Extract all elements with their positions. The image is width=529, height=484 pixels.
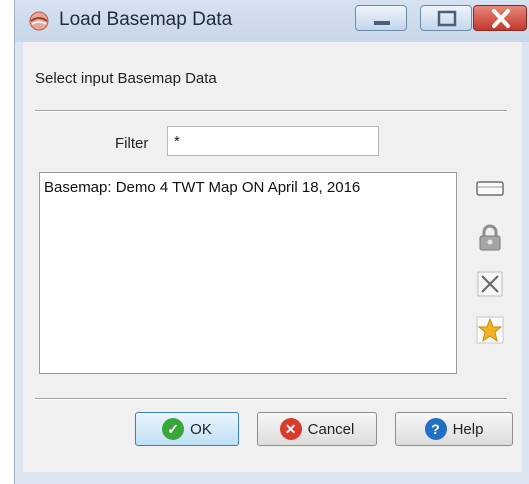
load-basemap-dialog: Load Basemap Data Select input Basemap D…	[14, 0, 529, 484]
window-title: Load Basemap Data	[59, 9, 233, 30]
delete-x-icon[interactable]	[476, 270, 504, 298]
star-icon[interactable]	[476, 316, 504, 344]
ok-button[interactable]: ✓ OK	[135, 412, 239, 446]
maximize-icon	[437, 10, 457, 27]
dialog-body: Select input Basemap Data Filter Basemap…	[23, 42, 522, 472]
top-divider	[35, 110, 507, 112]
filter-label: Filter	[115, 135, 149, 152]
list-item[interactable]: Basemap: Demo 4 TWT Map ON April 18, 201…	[44, 179, 360, 196]
cancel-label: Cancel	[307, 420, 355, 438]
basemap-app-icon	[29, 11, 49, 31]
minimize-button[interactable]	[355, 5, 407, 31]
help-icon: ?	[424, 418, 447, 440]
dialog-subtitle: Select input Basemap Data	[35, 70, 217, 87]
lock-icon[interactable]	[476, 224, 504, 252]
cancel-button[interactable]: ✕ Cancel	[257, 412, 377, 446]
maximize-button[interactable]	[420, 5, 472, 31]
close-button[interactable]	[473, 5, 527, 31]
close-icon	[492, 9, 510, 28]
minimize-icon	[374, 21, 390, 25]
title-bar: Load Basemap Data	[15, 0, 529, 42]
cancel-icon: ✕	[279, 418, 302, 440]
bottom-divider	[35, 398, 507, 400]
help-button[interactable]: ? Help	[395, 412, 513, 446]
ok-label: OK	[190, 420, 212, 438]
blank-box-icon[interactable]	[476, 174, 504, 202]
basemap-list[interactable]: Basemap: Demo 4 TWT Map ON April 18, 201…	[39, 172, 457, 374]
help-label: Help	[452, 420, 484, 438]
check-icon: ✓	[162, 418, 185, 440]
filter-input[interactable]	[167, 126, 379, 156]
